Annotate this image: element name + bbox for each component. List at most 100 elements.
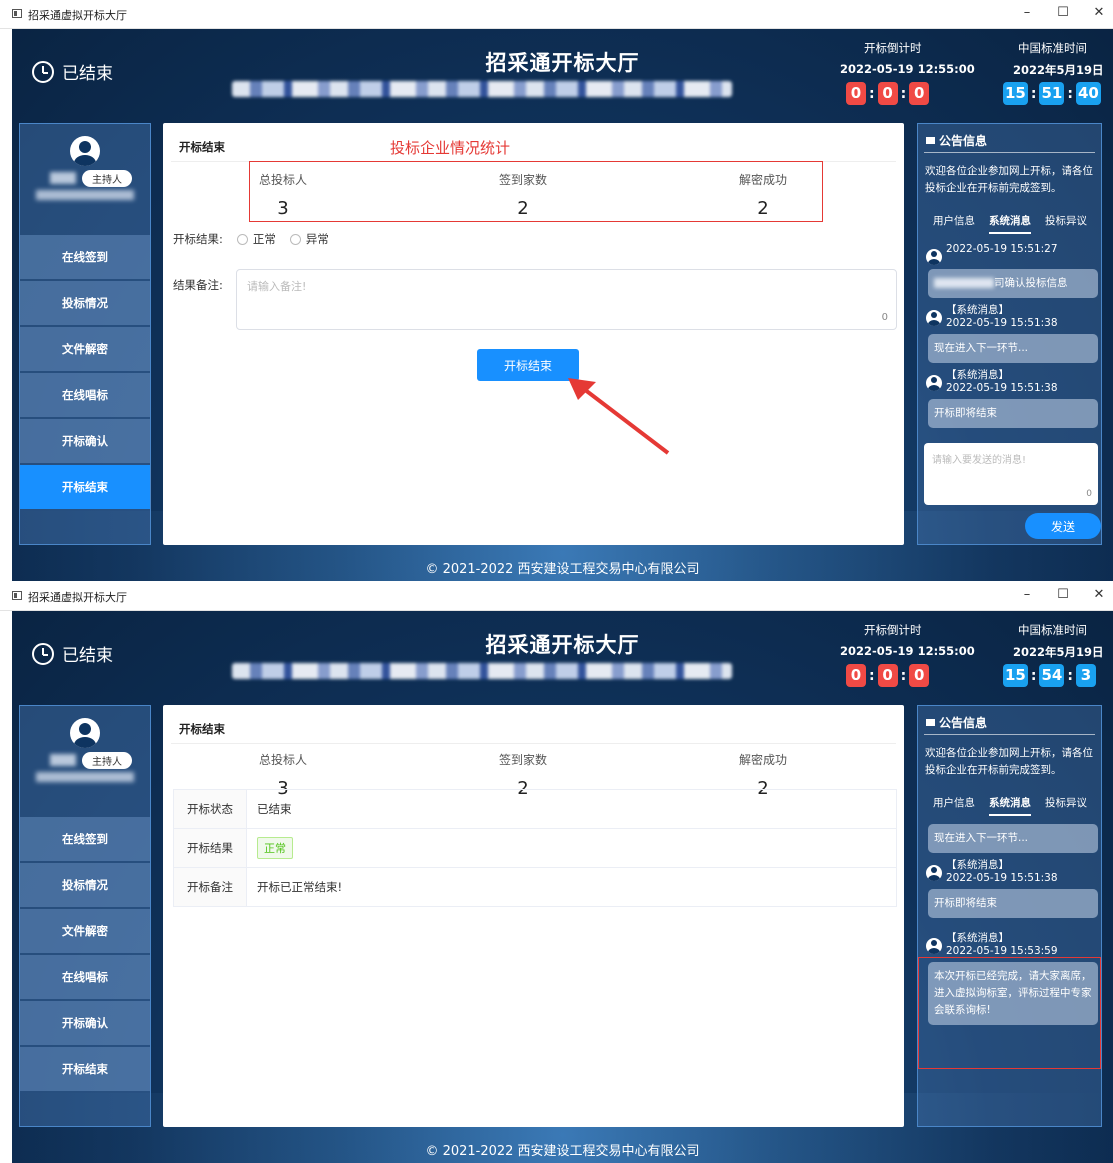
message-bubble: 现在进入下一环节...: [928, 824, 1098, 853]
countdown-minutes: 0: [877, 82, 898, 105]
message-char-count: 0: [1086, 489, 1092, 499]
main-panel: 开标结束 投标企业情况统计 总投标人 3 签到家数 2 解密成功 2 开标结果: 正常…: [163, 123, 904, 545]
window-title: 招采通虚拟开标大厅: [28, 9, 127, 22]
message-sender: 【系统消息】: [946, 859, 1009, 871]
blurred-project-name: [232, 81, 732, 97]
minimize-button[interactable]: –: [1012, 587, 1042, 602]
std-clock: 15: 51: 40: [1003, 82, 1101, 105]
close-button[interactable]: ✕: [1084, 587, 1113, 602]
host-badge: 主持人: [82, 752, 132, 769]
sidebar-item-decrypt[interactable]: 文件解密: [20, 909, 150, 953]
app-body: 已结束 招采通开标大厅 开标倒计时 2022-05-19 12:55:00 0:…: [12, 611, 1113, 1163]
clock-minutes: 54: [1039, 664, 1065, 687]
table-row: 开标结果 正常: [174, 829, 896, 868]
sidebar: 主持人 在线签到 投标情况 文件解密 在线唱标 开标确认 开标结束: [19, 705, 151, 1127]
message-time: 2022-05-19 15:51:38: [946, 317, 1058, 329]
stat-label-bidders: 总投标人: [258, 753, 307, 767]
radio-abnormal-label[interactable]: 异常: [306, 231, 329, 247]
std-date: 2022年5月19日: [1013, 63, 1104, 77]
note-input[interactable]: 请输入备注! 0: [236, 269, 897, 330]
std-time-label: 中国标准时间: [1018, 41, 1087, 55]
result-table: 开标状态 已结束 开标结果 正常 开标备注 开标已正常结束!: [173, 789, 897, 907]
std-clock: 15: 54: 3: [1003, 664, 1096, 687]
status-badge: 正常: [257, 837, 293, 859]
sidebar-item-confirm[interactable]: 开标确认: [20, 419, 150, 463]
close-button[interactable]: ✕: [1084, 5, 1113, 20]
message-bubble: 现在进入下一环节...: [928, 334, 1098, 363]
announcement-panel: 公告信息 欢迎各位企业参加网上开标，请各位投标企业在开标前完成签到。 用户信息 …: [917, 123, 1102, 545]
message-bubble: 开标即将结束: [928, 889, 1098, 918]
message-input[interactable]: 请输入要发送的消息! 0: [924, 443, 1098, 505]
note-placeholder: 请输入备注!: [247, 280, 307, 293]
app-body: 已结束 招采通开标大厅 开标倒计时 2022-05-19 12:55:00 0:…: [12, 29, 1113, 581]
countdown-digits: 0: 0: 0: [846, 82, 930, 105]
main-panel: 开标结束 总投标人 3 签到家数 2 解密成功 2 开标状态 已结束 开标结果 正常 …: [163, 705, 904, 1127]
system-avatar-icon: [926, 865, 942, 881]
sidebar-item-checkin[interactable]: 在线签到: [20, 235, 150, 279]
sidebar-item-announce[interactable]: 在线唱标: [20, 955, 150, 999]
sidebar-item-end[interactable]: 开标结束: [20, 1047, 150, 1091]
countdown-label: 开标倒计时: [864, 623, 922, 637]
sidebar-item-bids[interactable]: 投标情况: [20, 863, 150, 907]
announcement-title: 公告信息: [939, 716, 988, 730]
radio-abnormal[interactable]: [289, 233, 301, 245]
send-button[interactable]: 发送: [1025, 513, 1101, 539]
radio-normal[interactable]: [236, 233, 248, 245]
clock-hours: 15: [1003, 82, 1028, 105]
radio-normal-label[interactable]: 正常: [253, 231, 276, 247]
announcement-icon: [926, 137, 935, 144]
table-value: 开标已正常结束!: [257, 880, 343, 894]
tab-objections[interactable]: 投标异议: [1045, 213, 1087, 234]
pointer-arrow-icon: [568, 378, 670, 455]
countdown-label: 开标倒计时: [864, 41, 922, 55]
countdown-seconds: 0: [909, 664, 930, 687]
sidebar-item-decrypt[interactable]: 文件解密: [20, 327, 150, 371]
std-time-label: 中国标准时间: [1018, 623, 1087, 637]
message-bubble: 司确认投标信息: [928, 269, 1098, 298]
countdown-hours: 0: [846, 82, 866, 105]
sidebar-item-announce[interactable]: 在线唱标: [20, 373, 150, 417]
welcome-text: 欢迎各位企业参加网上开标，请各位投标企业在开标前完成签到。: [925, 165, 1093, 194]
window-title: 招采通虚拟开标大厅: [28, 591, 127, 604]
countdown-time: 2022-05-19 12:55:00: [840, 62, 975, 76]
sidebar-item-confirm[interactable]: 开标确认: [20, 1001, 150, 1045]
blurred-company-name: [36, 190, 134, 200]
table-row: 开标状态 已结束: [174, 790, 896, 829]
table-row: 开标备注 开标已正常结束!: [174, 868, 896, 906]
window-screen-2: 招采通虚拟开标大厅 – ☐ ✕ 已结束 招采通开标大厅 开标倒计时 2022-0…: [0, 582, 1113, 1163]
sidebar-item-end[interactable]: 开标结束: [20, 465, 150, 509]
message-input-placeholder: 请输入要发送的消息!: [932, 455, 1027, 466]
blurred-host-name: [50, 754, 76, 766]
message-sender: 【系统消息】: [946, 932, 1009, 944]
end-bidding-button[interactable]: 开标结束: [477, 349, 579, 381]
note-char-count: 0: [881, 312, 888, 323]
tab-objections[interactable]: 投标异议: [1045, 795, 1087, 816]
tab-user-info[interactable]: 用户信息: [933, 795, 975, 816]
window-titlebar: 招采通虚拟开标大厅 – ☐ ✕: [0, 0, 1113, 29]
system-avatar-icon: [926, 938, 942, 954]
blurred-host-name: [50, 172, 76, 184]
section-title: 开标结束: [179, 140, 225, 154]
tab-user-info[interactable]: 用户信息: [933, 213, 975, 234]
clock-seconds: 3: [1075, 664, 1096, 687]
footer-copyright: © 2021-2022 西安建设工程交易中心有限公司: [425, 1144, 700, 1159]
user-avatar-icon: [70, 718, 100, 748]
maximize-button[interactable]: ☐: [1048, 587, 1078, 602]
stat-label-checkin: 签到家数: [498, 753, 547, 767]
tab-system-messages[interactable]: 系统消息: [989, 213, 1031, 234]
maximize-button[interactable]: ☐: [1048, 5, 1078, 20]
clock-seconds: 40: [1075, 82, 1101, 105]
minimize-button[interactable]: –: [1012, 5, 1042, 20]
message-time: 2022-05-19 15:51:27: [946, 243, 1058, 255]
highlight-box: [249, 161, 823, 222]
sidebar-item-bids[interactable]: 投标情况: [20, 281, 150, 325]
blurred-company-name: [36, 772, 134, 782]
message-bubble: 开标即将结束: [928, 399, 1098, 428]
stat-label-decrypt: 解密成功: [738, 753, 787, 767]
table-key: 开标状态: [174, 790, 247, 828]
window-screen-1: 招采通虚拟开标大厅 – ☐ ✕ 已结束 招采通开标大厅 开标倒计时 2022-0…: [0, 0, 1113, 581]
clock-minutes: 51: [1039, 82, 1065, 105]
sidebar-item-checkin[interactable]: 在线签到: [20, 817, 150, 861]
table-value: 已结束: [257, 802, 292, 816]
tab-system-messages[interactable]: 系统消息: [989, 795, 1031, 816]
